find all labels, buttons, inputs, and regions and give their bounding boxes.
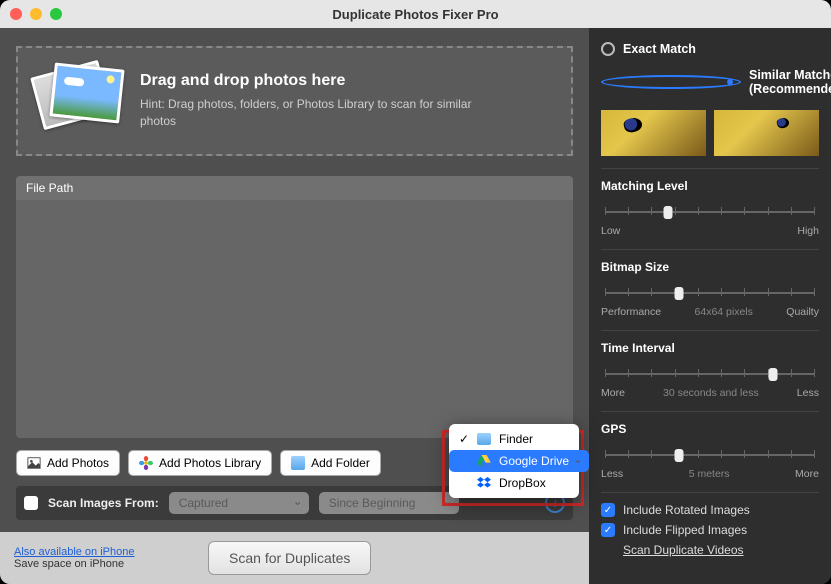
captured-select[interactable]: Captured <box>169 492 309 514</box>
bitmap-size-section: Bitmap Size Performance64x64 pixelsQuail… <box>601 249 819 318</box>
bitmap-size-slider[interactable] <box>605 284 815 302</box>
photo-icon <box>27 456 41 470</box>
radio-icon <box>601 42 615 56</box>
similar-match-radio[interactable]: Similar Matches (Recommended) <box>601 68 819 96</box>
flower-icon <box>139 456 153 470</box>
scan-button[interactable]: Scan for Duplicates <box>208 541 371 575</box>
include-flipped-checkbox[interactable]: ✓ Include Flipped Images <box>601 523 819 537</box>
thumb-a <box>601 110 706 156</box>
exact-match-radio[interactable]: Exact Match <box>601 42 819 56</box>
content: Drag and drop photos here Hint: Drag pho… <box>0 28 831 584</box>
footer-sub: Save space on iPhone <box>14 558 124 570</box>
drop-zone-hint: Hint: Drag photos, folders, or Photos Li… <box>140 96 480 130</box>
file-path-list: File Path <box>16 176 573 438</box>
footer-left: Also available on iPhone Save space on i… <box>14 546 134 570</box>
file-path-body <box>16 200 573 360</box>
source-dropdown[interactable]: ✓ Finder Google Drive DropBox <box>449 424 579 498</box>
dropbox-icon <box>477 477 491 489</box>
check-icon: ✓ <box>601 523 615 537</box>
titlebar: Duplicate Photos Fixer Pro <box>0 0 831 28</box>
footer: Also available on iPhone Save space on i… <box>0 532 589 584</box>
folder-icon <box>291 456 305 470</box>
matching-level-section: Matching Level LowHigh <box>601 168 819 237</box>
add-folder-button[interactable]: Add Folder <box>280 450 381 476</box>
scan-videos-link[interactable]: Scan Duplicate Videos <box>623 543 819 557</box>
google-drive-icon <box>477 455 491 467</box>
time-interval-slider[interactable] <box>605 365 815 383</box>
source-item-dropbox[interactable]: DropBox <box>449 472 579 494</box>
include-rotated-checkbox[interactable]: ✓ Include Rotated Images <box>601 503 819 517</box>
settings-panel: Exact Match Similar Matches (Recommended… <box>589 28 831 584</box>
check-icon: ✓ <box>601 503 615 517</box>
main-panel: Drag and drop photos here Hint: Drag pho… <box>0 28 589 584</box>
matching-level-slider[interactable] <box>605 203 815 221</box>
file-path-header: File Path <box>16 176 573 200</box>
drop-zone-text: Drag and drop photos here Hint: Drag pho… <box>140 72 480 130</box>
thumb-b <box>714 110 819 156</box>
sample-thumbs <box>601 110 819 156</box>
source-item-google-drive[interactable]: Google Drive <box>449 450 589 472</box>
radio-icon <box>601 75 741 89</box>
add-photos-button[interactable]: Add Photos <box>16 450 120 476</box>
include-options: ✓ Include Rotated Images ✓ Include Flipp… <box>601 492 819 557</box>
window-title: Duplicate Photos Fixer Pro <box>0 7 831 22</box>
finder-icon <box>477 433 491 445</box>
scan-from-label: Scan Images From: <box>48 496 159 510</box>
iphone-link[interactable]: Also available on iPhone <box>14 546 134 558</box>
add-photos-library-button[interactable]: Add Photos Library <box>128 450 272 476</box>
gps-section: GPS Less5 metersMore <box>601 411 819 480</box>
source-item-finder[interactable]: ✓ Finder <box>449 428 579 450</box>
drop-zone[interactable]: Drag and drop photos here Hint: Drag pho… <box>16 46 573 156</box>
check-icon: ✓ <box>459 432 469 446</box>
scan-from-checkbox[interactable] <box>24 496 38 510</box>
since-select[interactable]: Since Beginning <box>319 492 459 514</box>
app-window: Duplicate Photos Fixer Pro Drag and drop… <box>0 0 831 584</box>
time-interval-section: Time Interval More30 seconds and lessLes… <box>601 330 819 399</box>
drop-zone-heading: Drag and drop photos here <box>140 72 480 90</box>
gps-slider[interactable] <box>605 446 815 464</box>
photo-stack-icon <box>34 62 124 140</box>
